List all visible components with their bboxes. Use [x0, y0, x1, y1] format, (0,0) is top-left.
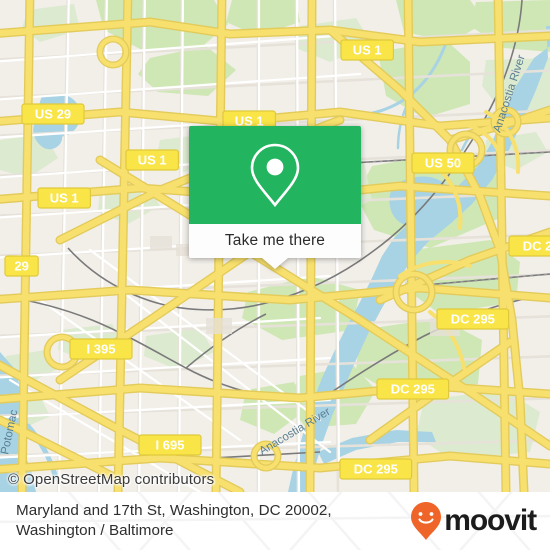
road-shield: US 50 — [411, 152, 475, 174]
address-line-1: Maryland and 17th St, Washington, DC 200… — [16, 501, 332, 519]
take-me-there-button[interactable]: Take me there — [189, 224, 361, 258]
road-shield-text: I 695 — [156, 438, 185, 453]
address-line-2: Washington / Baltimore — [16, 522, 174, 539]
road-shield: US 1 — [37, 187, 92, 209]
map-pin-icon — [250, 143, 300, 208]
road-shield-text: DC 295 — [391, 382, 435, 397]
road-shield-text: DC 295 — [523, 239, 550, 254]
road-shield-text: US 29 — [35, 107, 71, 122]
osm-attribution-text: OpenStreetMap contributors — [23, 470, 215, 488]
copyright-icon: © — [8, 470, 20, 488]
footer-bar: Maryland and 17th St, Washington, DC 200… — [0, 492, 550, 550]
road-shield-text: 29 — [14, 259, 28, 274]
road-shield: 29 — [4, 255, 39, 277]
moovit-pin-smiley-icon — [411, 502, 442, 540]
location-popup-card[interactable]: Take me there — [189, 126, 361, 269]
road-shield-text: US 1 — [138, 153, 167, 168]
road-shield-text: US 1 — [50, 191, 79, 206]
moovit-location-card: .rdM{stroke:#f7e06e;stroke-linecap:round… — [0, 0, 550, 550]
moovit-logo[interactable]: moovit — [410, 501, 537, 541]
road-shield: DC 295 — [376, 378, 450, 400]
road-shield: US 1 — [125, 149, 180, 171]
road-shield: DC 295 — [339, 458, 413, 480]
road-shield: DC 295 — [436, 308, 510, 330]
moovit-wordmark: moovit — [444, 504, 537, 537]
road-shield: US 1 — [340, 39, 395, 61]
road-shield-text: I 395 — [87, 342, 116, 357]
road-shield-text: DC 295 — [451, 312, 495, 327]
road-shield-text: DC 295 — [354, 462, 398, 477]
address-text: Maryland and 17th St, Washington, DC 200… — [16, 501, 332, 542]
popup-pointer — [262, 258, 288, 269]
take-me-there-label: Take me there — [224, 232, 326, 249]
popup-image-area — [189, 126, 361, 224]
road-shield: I 695 — [138, 434, 202, 456]
road-shield-text: US 50 — [425, 156, 461, 171]
road-shield: US 29 — [21, 103, 85, 125]
osm-attribution[interactable]: © OpenStreetMap contributors — [0, 466, 214, 492]
road-shield: I 395 — [69, 338, 133, 360]
road-shield: DC 295 — [508, 235, 550, 257]
road-shield-text: US 1 — [353, 43, 382, 58]
